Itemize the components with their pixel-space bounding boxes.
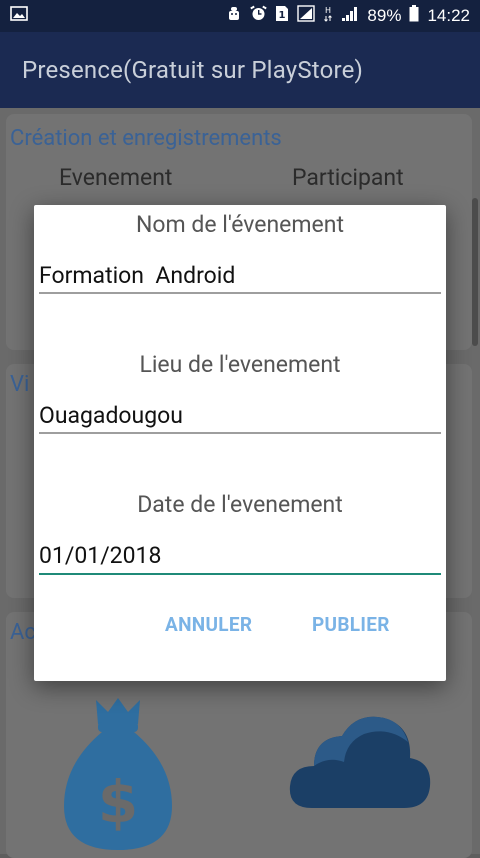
section-third-title: Ac xyxy=(10,620,36,645)
signal-sim2-icon xyxy=(341,6,359,27)
signal-sim1-icon xyxy=(297,5,316,27)
event-column-label: Evenement xyxy=(59,164,173,191)
event-date-label: Date de l'evenement xyxy=(137,491,343,518)
svg-text:H: H xyxy=(325,6,331,15)
event-name-label: Nom de l'évenement xyxy=(136,211,344,238)
cloud-icon[interactable] xyxy=(284,708,434,820)
svg-text:1: 1 xyxy=(279,10,286,21)
publish-button[interactable]: PUBLIER xyxy=(312,613,390,636)
money-bag-icon[interactable]: $ xyxy=(58,694,178,858)
section-second-title: Vi xyxy=(10,372,30,397)
status-bar: 1 H 89% 14:22 xyxy=(0,0,480,32)
event-place-label: Lieu de l'evenement xyxy=(139,351,341,378)
event-date-input[interactable] xyxy=(39,535,441,575)
battery-icon xyxy=(409,5,419,27)
event-place-input[interactable] xyxy=(39,395,441,435)
battery-percent: 89% xyxy=(367,6,402,25)
clock: 14:22 xyxy=(427,6,470,25)
create-event-dialog: Nom de l'évenement Lieu de l'evenement D… xyxy=(34,205,446,681)
sim-card-icon: 1 xyxy=(275,5,289,27)
event-date-underline xyxy=(39,573,441,575)
scrollbar[interactable] xyxy=(472,198,478,346)
section-creation-title: Création et enregistrements xyxy=(10,126,282,151)
app-bar: Presence(Gratuit sur PlayStore) xyxy=(0,32,480,108)
gallery-notification-icon xyxy=(10,6,28,26)
event-place-underline xyxy=(39,432,441,434)
event-name-input[interactable] xyxy=(39,255,441,295)
cancel-button[interactable]: ANNULER xyxy=(165,613,252,636)
svg-text:$: $ xyxy=(98,768,138,836)
participant-column-label: Participant xyxy=(292,164,404,191)
event-name-underline xyxy=(39,292,441,294)
network-type-icon: H xyxy=(323,5,333,27)
alarm-icon xyxy=(250,5,268,27)
app-title: Presence(Gratuit sur PlayStore) xyxy=(22,56,364,84)
android-icon xyxy=(226,6,242,27)
